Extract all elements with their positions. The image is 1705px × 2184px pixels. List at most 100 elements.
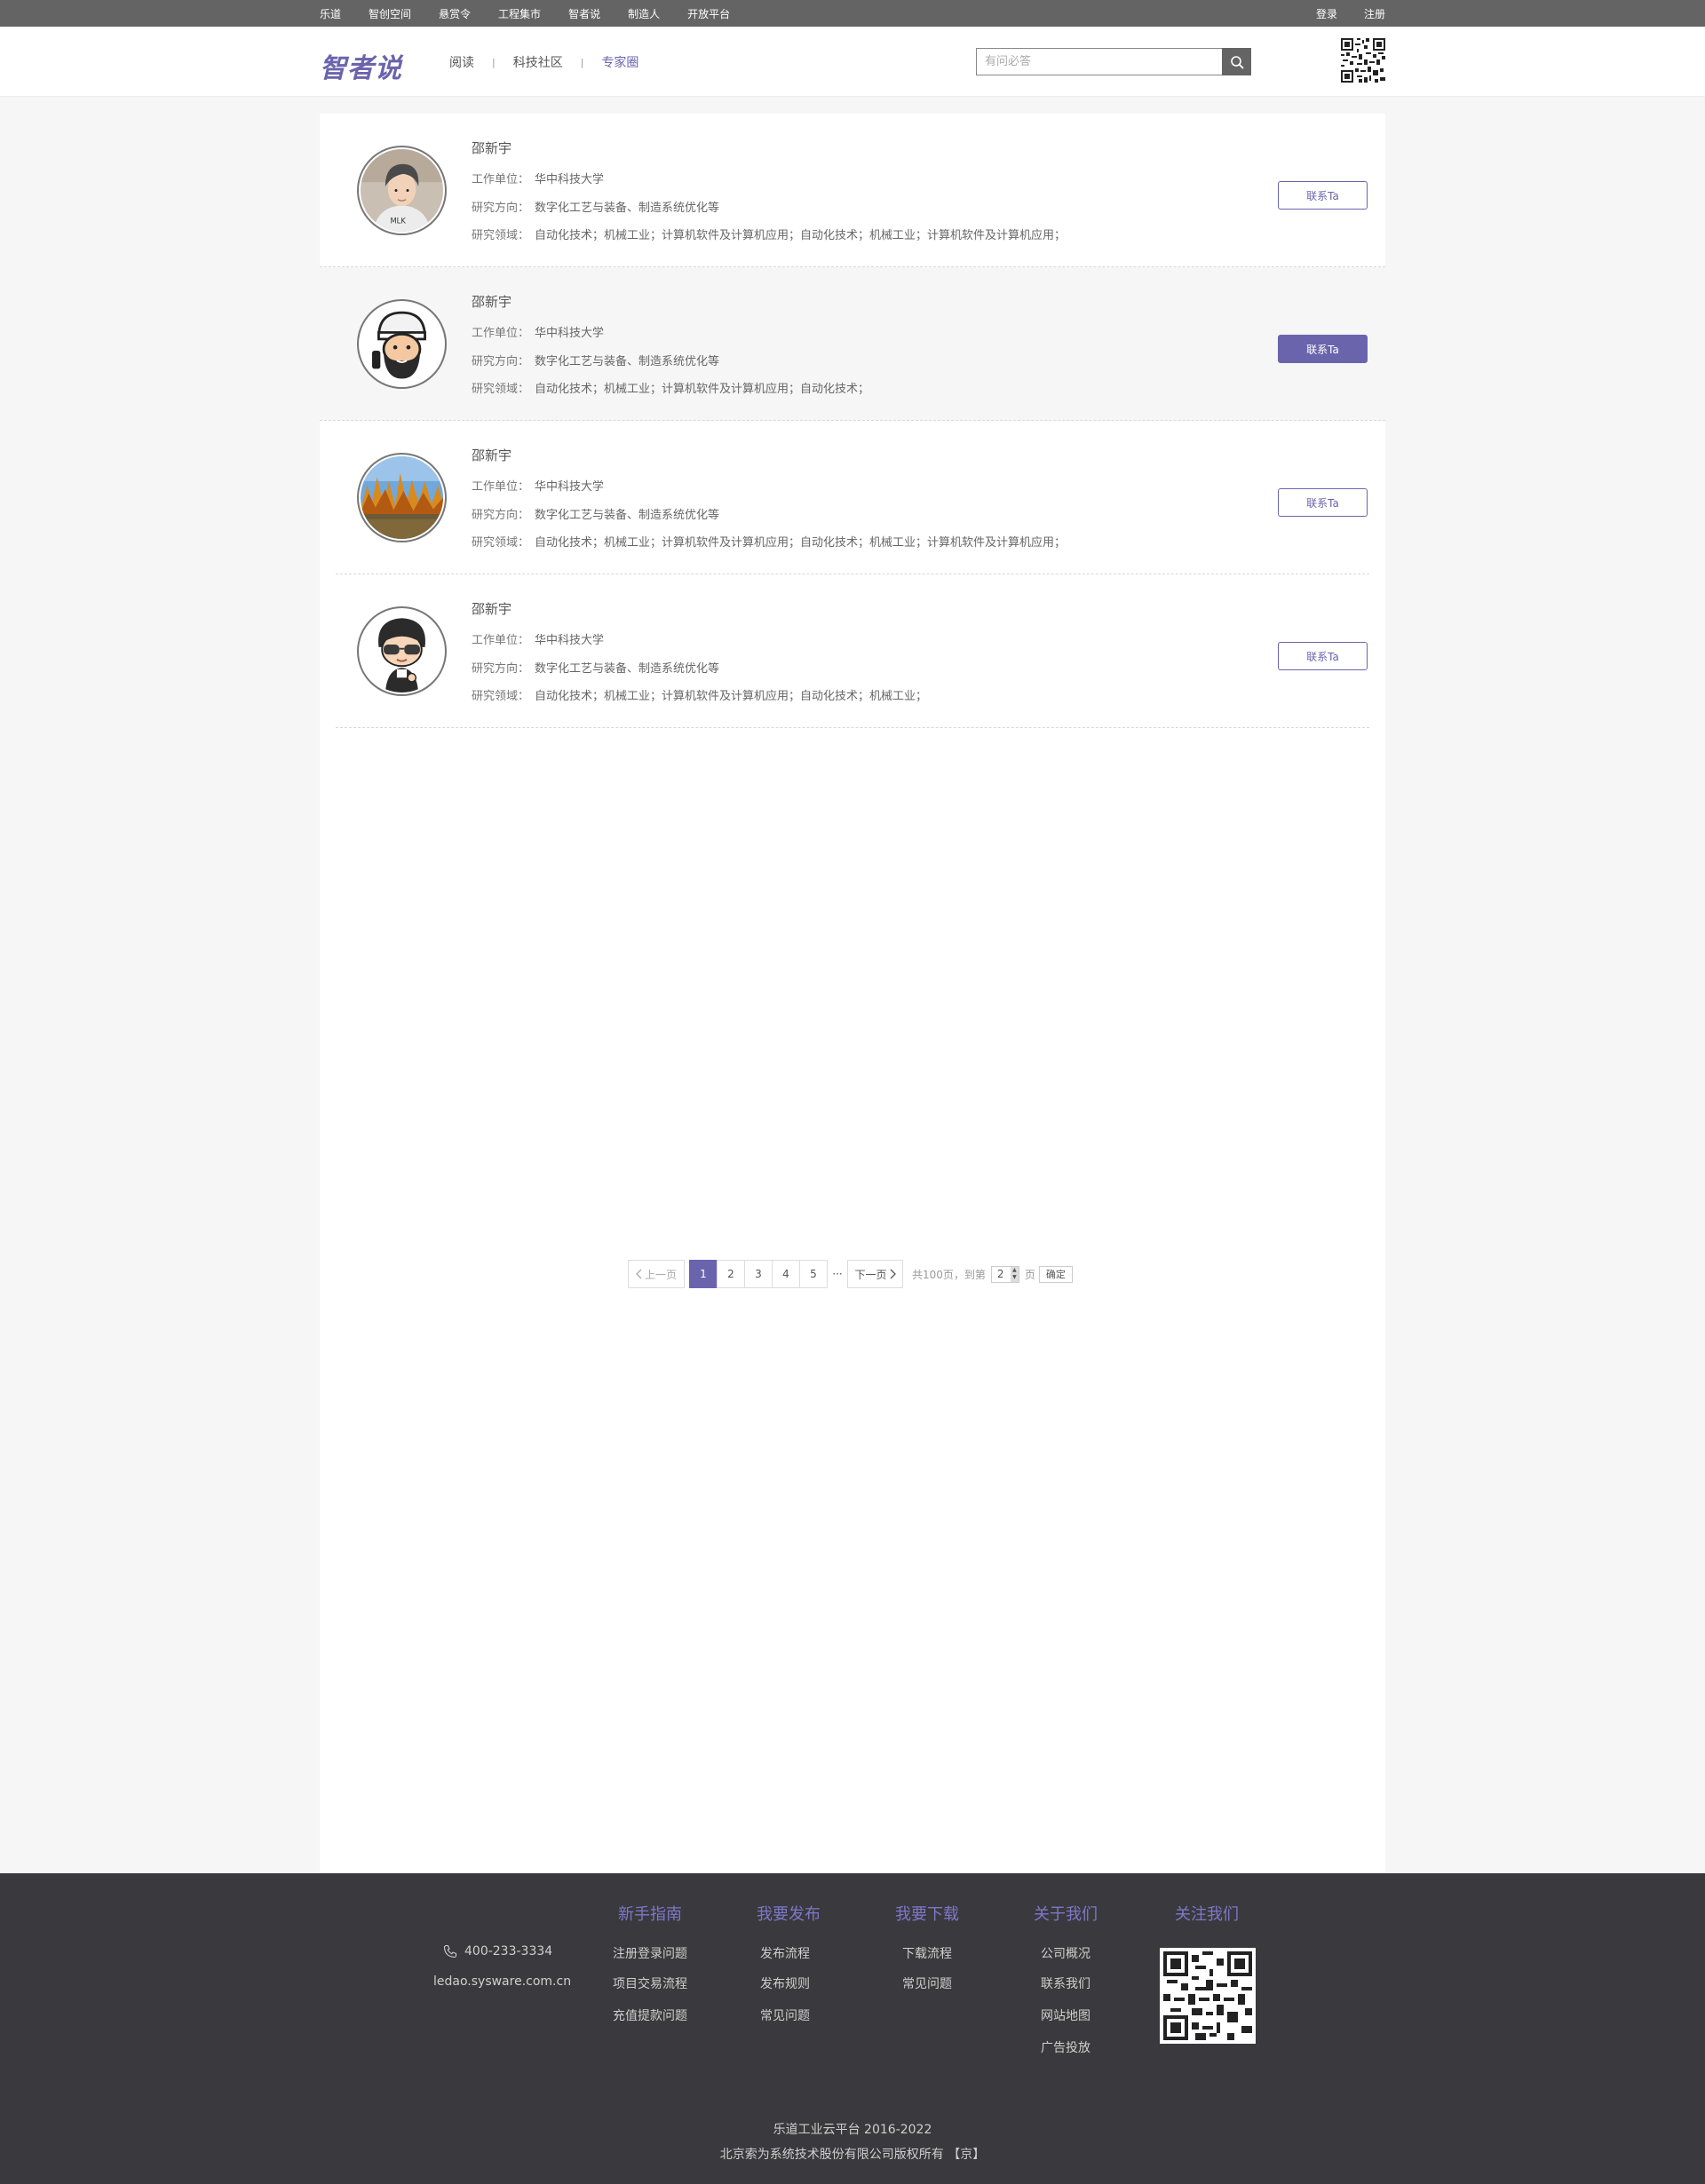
top-link-xuanshangling[interactable]: 悬赏令: [439, 6, 471, 21]
page-jump-stepper[interactable]: ▲ ▼: [1010, 1266, 1019, 1282]
footer-link[interactable]: 常见问题: [714, 2006, 856, 2024]
unit-label: 工作单位：: [472, 634, 530, 647]
page-button-2[interactable]: 2: [717, 1260, 745, 1288]
top-link-zhizheshuo[interactable]: 智者说: [568, 6, 600, 21]
footer-link[interactable]: 常见问题: [856, 1974, 998, 1992]
expert-unit: 华中科技大学: [535, 327, 605, 340]
expert-field: 自动化技术；机械工业；计算机软件及计算机应用；自动化技术；: [535, 383, 870, 396]
expert-field-row: 研究领域： 自动化技术；机械工业；计算机软件及计算机应用；自动化技术；机械工业；计…: [472, 533, 1066, 550]
page-button-1[interactable]: 1: [689, 1260, 718, 1288]
footer-link[interactable]: 注册登录问题: [579, 1944, 721, 1962]
avatar[interactable]: [357, 453, 447, 542]
field-label: 研究领域：: [472, 229, 530, 242]
card-divider: [336, 727, 1369, 728]
direction-label: 研究方向：: [472, 662, 530, 676]
expert-card: 邵新宇 工作单位： 华中科技大学 研究方向： 数字化工艺与装备、制造系统优化等 研究…: [320, 574, 1385, 728]
top-link-zhichuang[interactable]: 智创空间: [369, 6, 411, 21]
contact-button[interactable]: 联系Ta: [1278, 181, 1368, 210]
page-total-text: 共100页，到第: [912, 1268, 986, 1281]
chevron-right-icon: [890, 1269, 896, 1279]
nav-separator: |: [492, 56, 496, 68]
footer-link[interactable]: 下载流程: [856, 1944, 998, 1962]
top-link-open-platform[interactable]: 开放平台: [687, 6, 730, 21]
expert-direction: 数字化工艺与装备、制造系统优化等: [535, 202, 720, 215]
page-button-4[interactable]: 4: [772, 1260, 800, 1288]
footer-website[interactable]: ledao.sysware.com.cn: [433, 1974, 571, 1989]
search-icon: [1230, 55, 1243, 68]
page-ellipsis: ···: [832, 1268, 843, 1280]
footer-company: 北京索为系统技术股份有限公司版权所有 【京】: [719, 2148, 986, 2162]
nav-separator: |: [580, 56, 584, 68]
site-logo[interactable]: 智者说: [320, 46, 402, 85]
search-button[interactable]: [1222, 48, 1251, 75]
nav-read[interactable]: 阅读: [449, 53, 474, 71]
unit-label: 工作单位：: [472, 173, 530, 186]
expert-direction-row: 研究方向： 数字化工艺与装备、制造系统优化等: [472, 198, 719, 215]
footer-link[interactable]: 项目交易流程: [579, 1974, 721, 1992]
expert-list-panel: MLK 邵新宇 工作单位： 华中科技大学 研究方向： 数字化工艺与装备、制造系统优化…: [320, 114, 1385, 1873]
footer-link[interactable]: 发布规则: [714, 1974, 856, 1992]
expert-field: 自动化技术；机械工业；计算机软件及计算机应用；自动化技术；机械工业；计算机软件及…: [535, 229, 1067, 242]
page-button-3[interactable]: 3: [744, 1260, 773, 1288]
phone-icon: [443, 1944, 457, 1958]
field-label: 研究领域：: [472, 536, 530, 550]
footer-phone-number: 400-233-3334: [464, 1944, 553, 1958]
contact-button[interactable]: 联系Ta: [1278, 335, 1368, 363]
top-links: 乐道 智创空间 悬赏令 工程集市 智者说 制造人 开放平台: [320, 0, 757, 27]
footer-link[interactable]: 网站地图: [995, 2006, 1137, 2024]
pagination: 上一页 1 2 3 4 5 ··· 下一页 共100页，到第 2 ▲ ▼ 页 确定: [628, 1260, 1073, 1288]
expert-name: 邵新宇: [472, 601, 512, 617]
page-jump-value: 2: [996, 1268, 1004, 1280]
top-link-ledao[interactable]: 乐道: [320, 6, 341, 21]
page-button-5[interactable]: 5: [799, 1260, 828, 1288]
footer-title-guide: 新手指南: [618, 1905, 682, 1924]
expert-field: 自动化技术；机械工业；计算机软件及计算机应用；自动化技术；机械工业；: [535, 690, 928, 703]
expert-unit: 华中科技大学: [535, 480, 605, 494]
avatar[interactable]: MLK: [357, 146, 447, 235]
footer-copyright: 乐道工业云平台 2016-2022: [773, 2123, 932, 2137]
next-page-label: 下一页: [854, 1268, 887, 1281]
svg-text:MLK: MLK: [390, 217, 406, 226]
search-input[interactable]: [976, 48, 1222, 75]
expert-name: 邵新宇: [472, 140, 512, 156]
login-link[interactable]: 登录: [1316, 6, 1337, 21]
avatar[interactable]: [357, 606, 447, 696]
footer-link[interactable]: 发布流程: [714, 1944, 856, 1962]
nav-community[interactable]: 科技社区: [513, 53, 563, 71]
contact-button[interactable]: 联系Ta: [1278, 488, 1368, 517]
footer-link[interactable]: 充值提款问题: [579, 2006, 721, 2024]
footer-link[interactable]: 联系我们: [995, 1974, 1137, 1992]
expert-field-row: 研究领域： 自动化技术；机械工业；计算机软件及计算机应用；自动化技术；: [472, 379, 869, 396]
unit-label: 工作单位：: [472, 480, 530, 494]
qr-code-icon: [1341, 38, 1385, 83]
direction-label: 研究方向：: [472, 355, 530, 368]
avatar[interactable]: [357, 299, 447, 389]
expert-unit-row: 工作单位： 华中科技大学: [472, 630, 604, 647]
direction-label: 研究方向：: [472, 202, 530, 215]
page-jump-input[interactable]: 2 ▲ ▼: [990, 1265, 1019, 1283]
expert-field-row: 研究领域： 自动化技术；机械工业；计算机软件及计算机应用；自动化技术；机械工业；计…: [472, 226, 1066, 242]
field-label: 研究领域：: [472, 383, 530, 396]
expert-field-row: 研究领域： 自动化技术；机械工业；计算机软件及计算机应用；自动化技术；机械工业；: [472, 686, 927, 703]
search-box: [976, 48, 1251, 75]
expert-direction: 数字化工艺与装备、制造系统优化等: [535, 662, 720, 676]
register-link[interactable]: 注册: [1364, 6, 1385, 21]
footer-link[interactable]: 公司概况: [995, 1944, 1137, 1962]
nav-experts[interactable]: 专家圈: [601, 53, 638, 71]
expert-card: MLK 邵新宇 工作单位： 华中科技大学 研究方向： 数字化工艺与装备、制造系统优化…: [320, 114, 1385, 267]
top-link-gongcheng[interactable]: 工程集市: [498, 6, 541, 21]
prev-page-label: 上一页: [644, 1268, 677, 1281]
chevron-left-icon: [636, 1269, 642, 1279]
unit-label: 工作单位：: [472, 327, 530, 340]
prev-page-button[interactable]: 上一页: [628, 1260, 685, 1288]
expert-name: 邵新宇: [472, 447, 512, 463]
field-label: 研究领域：: [472, 690, 530, 703]
expert-unit-row: 工作单位： 华中科技大学: [472, 323, 604, 340]
direction-label: 研究方向：: [472, 509, 530, 522]
top-link-zhizaoren[interactable]: 制造人: [628, 6, 660, 21]
next-page-button[interactable]: 下一页: [847, 1260, 903, 1288]
footer-link[interactable]: 广告投放: [995, 2038, 1137, 2056]
footer-title-follow: 关注我们: [1175, 1905, 1239, 1924]
page-jump-confirm-button[interactable]: 确定: [1038, 1265, 1073, 1283]
contact-button[interactable]: 联系Ta: [1278, 642, 1368, 670]
